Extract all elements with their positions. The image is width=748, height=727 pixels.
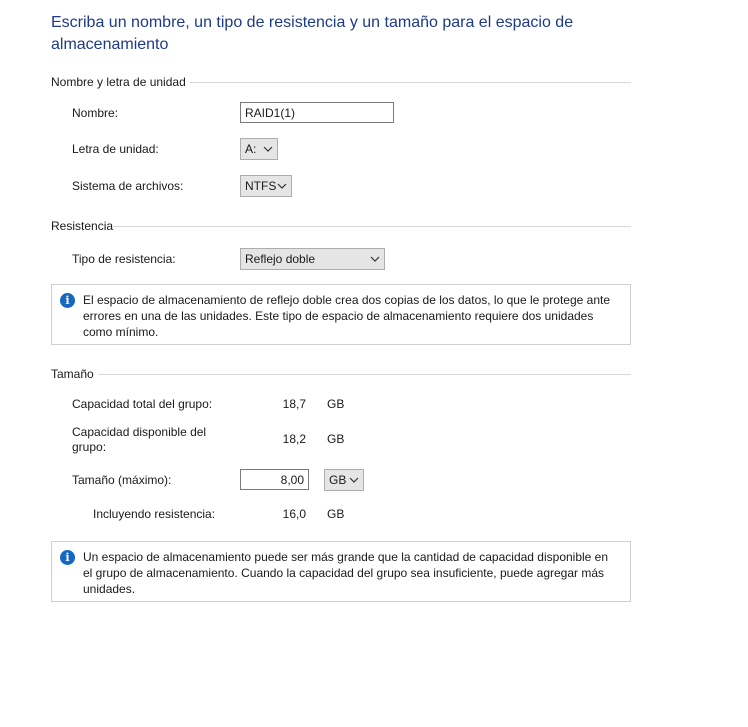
- drive-letter-dropdown[interactable]: A:: [240, 138, 278, 160]
- available-capacity-value: 18,2: [282, 432, 306, 446]
- chevron-down-icon: [370, 256, 380, 262]
- total-capacity-label: Capacidad total del grupo:: [72, 397, 213, 411]
- resilience-type-label: Tipo de resistencia:: [72, 252, 176, 266]
- including-resilience-label: Incluyendo resistencia:: [93, 507, 216, 521]
- size-input[interactable]: [240, 469, 309, 490]
- including-resilience-unit: GB: [327, 507, 345, 521]
- size-unit-dropdown[interactable]: GB: [324, 469, 364, 491]
- resilience-type-dropdown[interactable]: Reflejo doble: [240, 248, 385, 270]
- available-capacity-label: Capacidad disponible del grupo:: [72, 425, 207, 454]
- section-title-resilience: Resistencia: [51, 219, 114, 233]
- info-icon: i: [60, 550, 75, 565]
- resilience-info-box: i El espacio de almacenamiento de reflej…: [51, 284, 631, 345]
- total-capacity-value: 18,7: [282, 397, 306, 411]
- total-capacity-unit: GB: [327, 397, 345, 411]
- drive-letter-label: Letra de unidad:: [72, 142, 159, 156]
- available-capacity-unit: GB: [327, 432, 345, 446]
- including-resilience-value: 16,0: [282, 507, 306, 521]
- size-info-text: Un espacio de almacenamiento puede ser m…: [83, 550, 609, 596]
- page-title: Escriba un nombre, un tipo de resistenci…: [51, 14, 574, 53]
- filesystem-label: Sistema de archivos:: [72, 179, 184, 193]
- resilience-type-value: Reflejo doble: [245, 252, 316, 266]
- chevron-down-icon: [277, 183, 287, 189]
- chevron-down-icon: [349, 477, 359, 483]
- size-info-box: i Un espacio de almacenamiento puede ser…: [51, 541, 631, 602]
- size-unit-value: GB: [329, 473, 347, 487]
- resilience-info-text: El espacio de almacenamiento de reflejo …: [83, 293, 611, 339]
- filesystem-dropdown[interactable]: NTFS: [240, 175, 292, 197]
- section-title-name: Nombre y letra de unidad: [51, 75, 186, 89]
- name-input[interactable]: [240, 102, 394, 123]
- section-title-size: Tamaño: [51, 367, 94, 381]
- section-divider-name: [190, 82, 631, 83]
- size-label: Tamaño (máximo):: [72, 473, 172, 487]
- section-divider-resilience: [113, 226, 631, 227]
- drive-letter-value: A:: [245, 142, 257, 156]
- filesystem-value: NTFS: [245, 179, 277, 193]
- name-label: Nombre:: [72, 106, 119, 120]
- chevron-down-icon: [263, 146, 273, 152]
- info-icon: i: [60, 293, 75, 308]
- section-divider-size: [98, 374, 631, 375]
